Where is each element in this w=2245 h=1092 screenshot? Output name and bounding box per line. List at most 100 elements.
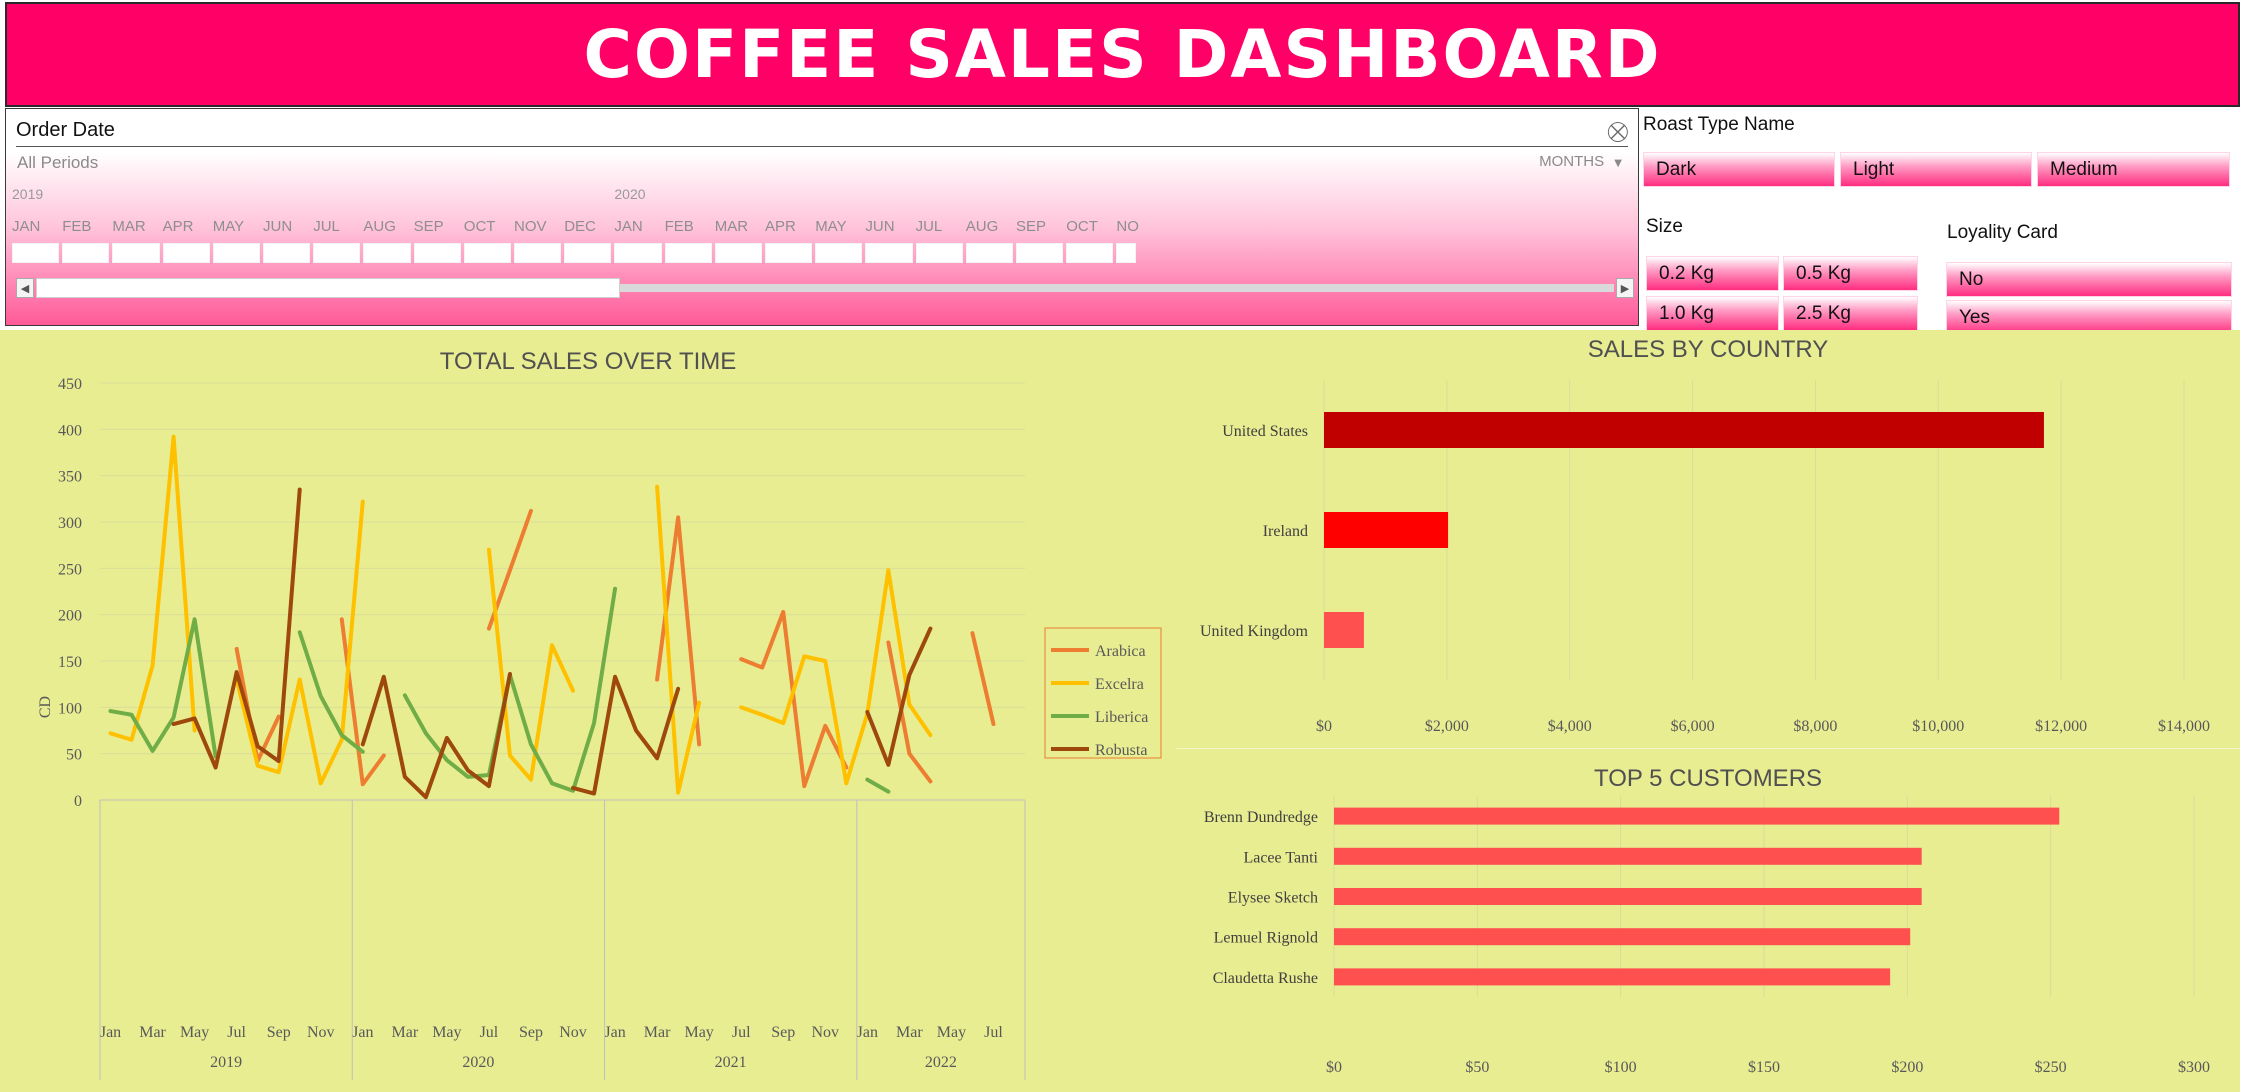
- y-tick-label: 100: [58, 700, 82, 717]
- loyalty-slicer-title: Loyality Card: [1947, 222, 2058, 243]
- scroll-right-icon[interactable]: ▶: [1616, 278, 1634, 298]
- sales-by-country-chart: $0 $2,000 $4,000 $6,000 $8,000 $10,000 $12,000…: [1200, 380, 2210, 735]
- slicer-area: Roast Type Name Dark Light Medium Size 0…: [1641, 108, 2245, 335]
- size-2-5kg-button[interactable]: 2.5 Kg: [1783, 296, 1918, 331]
- timeline-month-cell[interactable]: [564, 243, 612, 263]
- y-tick-label: 50: [66, 747, 82, 764]
- timeline-month-label: NO: [1116, 218, 1139, 235]
- x-year-label: 2021: [715, 1054, 747, 1071]
- dashboard-header: COFFEE SALES DASHBOARD: [5, 2, 2240, 107]
- x-year-label: 2019: [210, 1054, 242, 1071]
- category-label: Lacee Tanti: [1243, 849, 1318, 866]
- legend-entry: Arabica: [1095, 643, 1146, 660]
- timeline-month-cell[interactable]: [263, 243, 311, 263]
- x-month-label: Jul: [732, 1024, 751, 1041]
- size-1-0kg-button[interactable]: 1.0 Kg: [1646, 296, 1779, 331]
- timeline-month-cell[interactable]: [815, 243, 863, 263]
- timeline-month-cell[interactable]: [514, 243, 562, 263]
- category-label: Lemuel Rignold: [1214, 930, 1318, 947]
- timeline-scroll-track[interactable]: [36, 278, 1614, 298]
- legend-entry: Excelra: [1095, 676, 1144, 693]
- timeline-level-label: MONTHS: [1539, 153, 1605, 170]
- category-label: United Kingdom: [1200, 623, 1309, 640]
- timeline-month-cell[interactable]: [212, 243, 260, 263]
- x-tick-label: $2,000: [1425, 718, 1469, 735]
- sales-over-time-chart: 0 50 100 150 200 250 300 350 400 450 CD Jan Mar May Ju…: [37, 376, 1162, 1080]
- size-0-5kg-button[interactable]: 0.5 Kg: [1783, 256, 1918, 291]
- timeline-month-cell[interactable]: [12, 243, 60, 263]
- bar-ireland[interactable]: [1324, 512, 1449, 548]
- clear-filter-icon[interactable]: ⛒: [1608, 119, 1628, 143]
- timeline-month-cell[interactable]: [363, 243, 411, 263]
- bar-claudetta-rushe[interactable]: [1334, 968, 1891, 986]
- scroll-left-icon[interactable]: ◀: [16, 278, 34, 298]
- x-month-label: Jul: [984, 1024, 1003, 1041]
- timeline-month-cell[interactable]: [313, 243, 361, 263]
- series-line-arabica: [886, 640, 933, 784]
- timeline-month-cell[interactable]: [1066, 243, 1114, 263]
- x-tick-label: $200: [1891, 1059, 1923, 1076]
- dashboard-title: COFFEE SALES DASHBOARD: [583, 16, 1662, 93]
- x-month-label: Jan: [604, 1024, 625, 1041]
- x-month-label: Nov: [559, 1024, 587, 1041]
- timeline-scrollbar[interactable]: ◀ ▶: [16, 278, 1634, 298]
- timeline-month-cell[interactable]: [413, 243, 461, 263]
- bar-brenn-dundredge[interactable]: [1334, 807, 2060, 825]
- timeline-month-cell[interactable]: [614, 243, 662, 263]
- timeline-month-cell[interactable]: [965, 243, 1013, 263]
- x-tick-label: $4,000: [1548, 718, 1592, 735]
- x-tick-label: $12,000: [2035, 718, 2087, 735]
- timeline-month-cell[interactable]: [714, 243, 762, 263]
- series-line-liberica: [402, 586, 618, 793]
- x-tick-label: $300: [2178, 1059, 2210, 1076]
- x-month-label: Jan: [857, 1024, 878, 1041]
- roast-slicer-title: Roast Type Name: [1643, 114, 1795, 135]
- x-month-label: Sep: [267, 1024, 291, 1041]
- timeline-month-cell[interactable]: [1016, 243, 1064, 263]
- order-date-timeline[interactable]: Order Date ⛒ All Periods MONTHS ▼ 2019 20…: [5, 108, 1639, 326]
- x-tick-label: $250: [2035, 1059, 2067, 1076]
- x-month-label: Jan: [352, 1024, 373, 1041]
- y-tick-label: 300: [58, 515, 82, 532]
- timeline-month-cell[interactable]: [664, 243, 712, 263]
- bar-elysee-sketch[interactable]: [1334, 888, 1922, 905]
- bar-lemuel-rignold[interactable]: [1334, 928, 1911, 946]
- x-month-label: May: [432, 1024, 461, 1041]
- size-slicer-title: Size: [1646, 216, 1683, 237]
- y-tick-label: 250: [58, 561, 82, 578]
- y-tick-label: 0: [74, 793, 82, 810]
- x-month-label: Mar: [896, 1024, 923, 1041]
- roast-light-button[interactable]: Light: [1840, 152, 2032, 187]
- series-line-arabica: [970, 631, 996, 727]
- x-month-label: May: [937, 1024, 966, 1041]
- roast-medium-button[interactable]: Medium: [2037, 152, 2230, 187]
- bar-lacee-tanti[interactable]: [1334, 847, 1922, 865]
- x-tick-label: $14,000: [2158, 718, 2210, 735]
- timeline-level-dropdown[interactable]: MONTHS ▼: [1539, 153, 1622, 170]
- x-month-label: Mar: [139, 1024, 166, 1041]
- roast-dark-button[interactable]: Dark: [1643, 152, 1835, 187]
- x-month-label: Mar: [392, 1024, 419, 1041]
- timeline-month-cell[interactable]: [112, 243, 160, 263]
- timeline-month-cell[interactable]: [865, 243, 913, 263]
- sales-over-time-panel: TOTAL SALES OVER TIME 0 50 100 150 200 250 300…: [0, 330, 1176, 1092]
- series-line-excelra: [739, 568, 933, 786]
- timeline-month-cell[interactable]: [765, 243, 813, 263]
- x-month-label: May: [684, 1024, 713, 1041]
- timeline-month-cell[interactable]: [62, 243, 110, 263]
- bar-united-states[interactable]: [1324, 412, 2044, 448]
- size-0-2kg-button[interactable]: 0.2 Kg: [1646, 256, 1779, 291]
- x-month-label: Sep: [519, 1024, 543, 1041]
- timeline-month-cell[interactable]: [162, 243, 210, 263]
- loyalty-no-button[interactable]: No: [1946, 262, 2232, 297]
- x-month-label: May: [180, 1024, 209, 1041]
- timeline-month-cell[interactable]: [463, 243, 511, 263]
- timeline-scroll-thumb[interactable]: [36, 278, 620, 298]
- x-month-label: Sep: [771, 1024, 795, 1041]
- timeline-month-cell[interactable]: [915, 243, 963, 263]
- y-tick-label: 200: [58, 608, 82, 625]
- timeline-month-cell[interactable]: [1116, 243, 1137, 263]
- series-line-liberica: [108, 617, 218, 759]
- bar-united-kingdom[interactable]: [1324, 612, 1364, 648]
- x-month-label: Nov: [812, 1024, 840, 1041]
